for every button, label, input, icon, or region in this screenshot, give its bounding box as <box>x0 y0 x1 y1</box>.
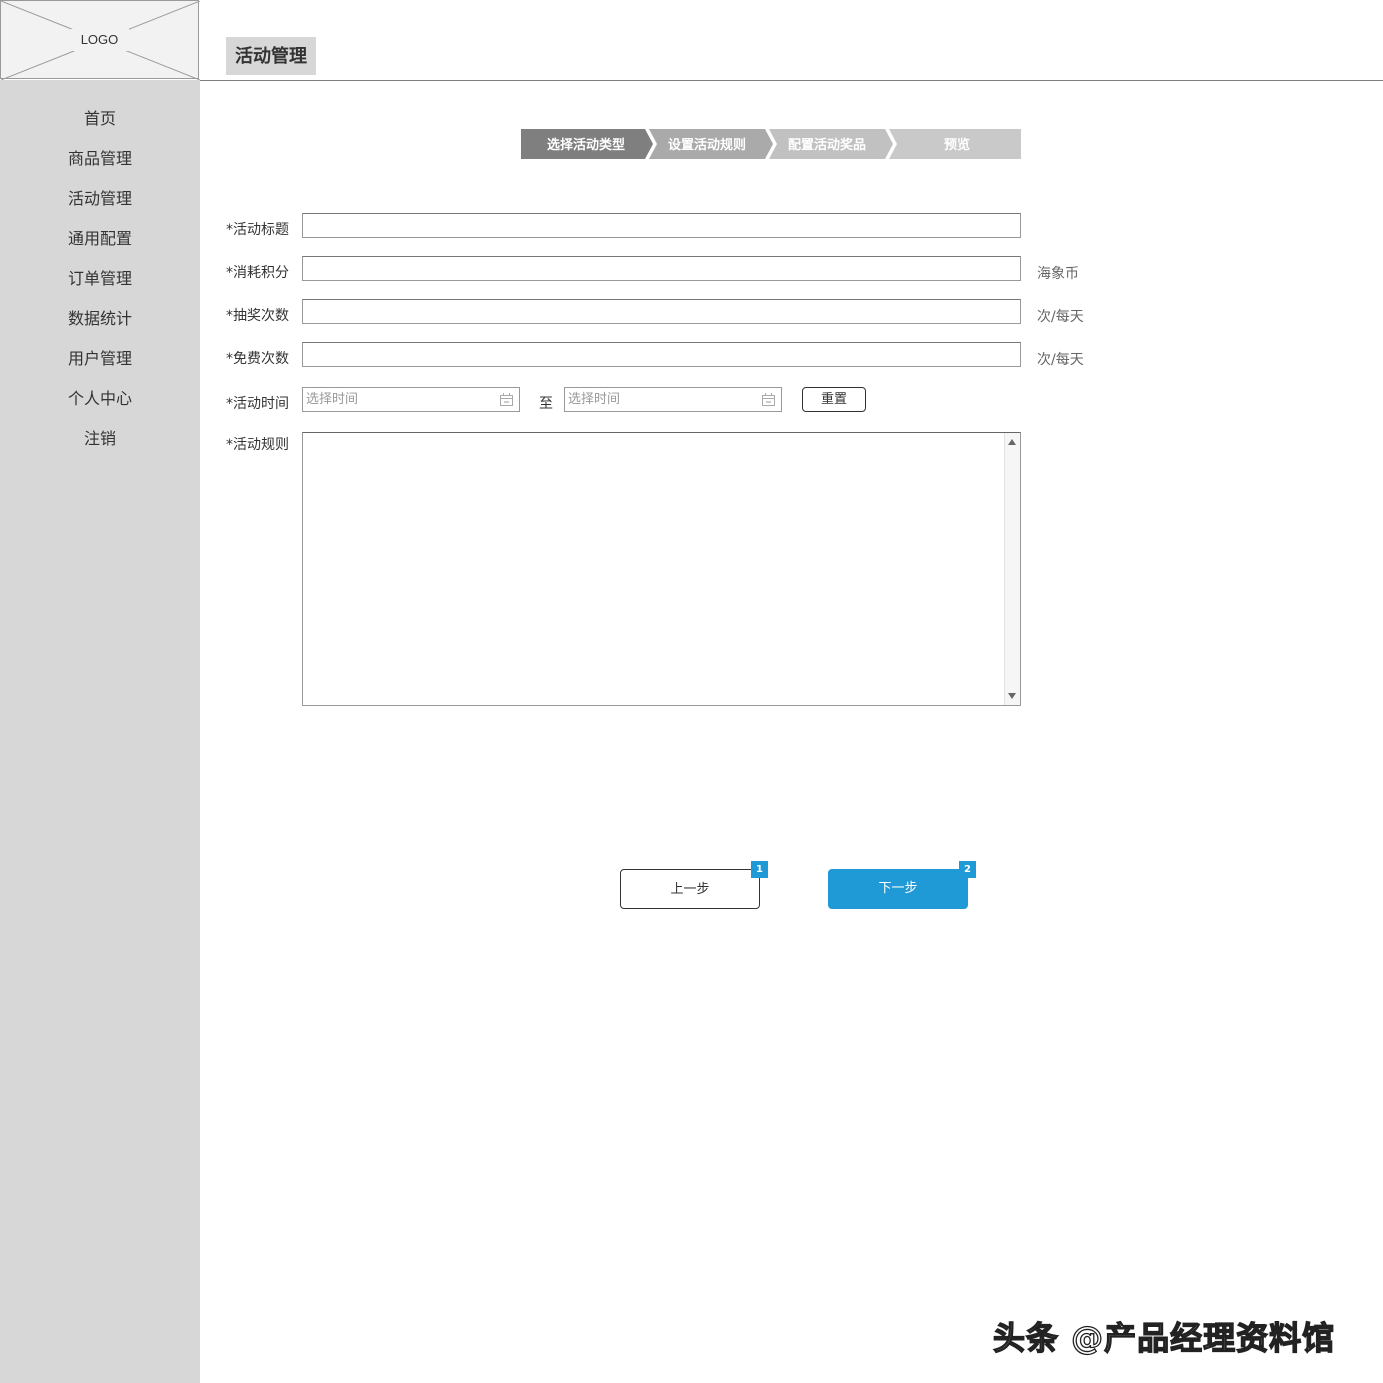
next-step-button[interactable]: 下一步 <box>828 869 968 909</box>
draw-count-unit: 次/每天 <box>1037 309 1084 325</box>
logo-text: LOGO <box>80 32 119 47</box>
next-step-annotation-badge: 2 <box>959 861 976 878</box>
activity-rules-textarea[interactable] <box>302 432 1021 706</box>
activity-title-input[interactable] <box>302 213 1021 238</box>
sidebar-item-logout[interactable]: 注销 <box>0 425 200 449</box>
page-title: 活动管理 <box>226 37 316 75</box>
activity-title-label: *活动标题 <box>226 222 289 238</box>
sidebar-item-home[interactable]: 首页 <box>0 105 200 129</box>
step-1-label: 选择活动类型 <box>547 137 625 153</box>
points-cost-label: *消耗积分 <box>226 265 289 281</box>
end-date-placeholder: 选择时间 <box>568 392 621 407</box>
sidebar: 首页 商品管理 活动管理 通用配置 订单管理 数据统计 用户管理 个人中心 注销 <box>0 80 200 1383</box>
start-date-placeholder: 选择时间 <box>306 392 359 407</box>
sidebar-item-statistics[interactable]: 数据统计 <box>0 305 200 329</box>
header-divider <box>200 80 1383 81</box>
sidebar-item-profile[interactable]: 个人中心 <box>0 385 200 409</box>
free-count-input[interactable] <box>302 342 1021 367</box>
start-date-input[interactable]: 选择时间 <box>302 387 520 412</box>
reset-button[interactable]: 重置 <box>802 387 866 412</box>
activity-rules-label: *活动规则 <box>226 437 289 453</box>
scroll-up-arrow-icon[interactable] <box>1008 439 1016 445</box>
step-3-label: 配置活动奖品 <box>788 137 866 153</box>
free-count-label: *免费次数 <box>226 351 289 367</box>
calendar-icon[interactable] <box>762 393 775 406</box>
sidebar-item-users[interactable]: 用户管理 <box>0 345 200 369</box>
step-indicator: 选择活动类型 设置活动规则 配置活动奖品 预览 <box>521 129 1021 159</box>
points-cost-unit: 海象币 <box>1037 266 1079 282</box>
draw-count-input[interactable] <box>302 299 1021 324</box>
calendar-icon[interactable] <box>500 393 513 406</box>
step-2-label: 设置活动规则 <box>668 137 746 153</box>
textarea-scrollbar[interactable] <box>1004 433 1020 705</box>
scroll-down-arrow-icon[interactable] <box>1008 693 1016 699</box>
logo-placeholder: LOGO <box>0 0 200 80</box>
free-count-unit: 次/每天 <box>1037 352 1084 368</box>
date-range-separator: 至 <box>539 396 553 412</box>
previous-step-button[interactable]: 上一步 <box>620 869 760 909</box>
previous-step-annotation-badge: 1 <box>751 861 768 878</box>
end-date-input[interactable]: 选择时间 <box>564 387 782 412</box>
sidebar-item-products[interactable]: 商品管理 <box>0 145 200 169</box>
activity-time-label: *活动时间 <box>226 396 289 412</box>
draw-count-label: *抽奖次数 <box>226 308 289 324</box>
sidebar-item-general-config[interactable]: 通用配置 <box>0 225 200 249</box>
watermark: 头条 @产品经理资料馆 <box>992 1318 1336 1357</box>
sidebar-item-orders[interactable]: 订单管理 <box>0 265 200 289</box>
points-cost-input[interactable] <box>302 256 1021 281</box>
sidebar-item-activities[interactable]: 活动管理 <box>0 185 200 209</box>
step-4-label: 预览 <box>944 137 970 153</box>
